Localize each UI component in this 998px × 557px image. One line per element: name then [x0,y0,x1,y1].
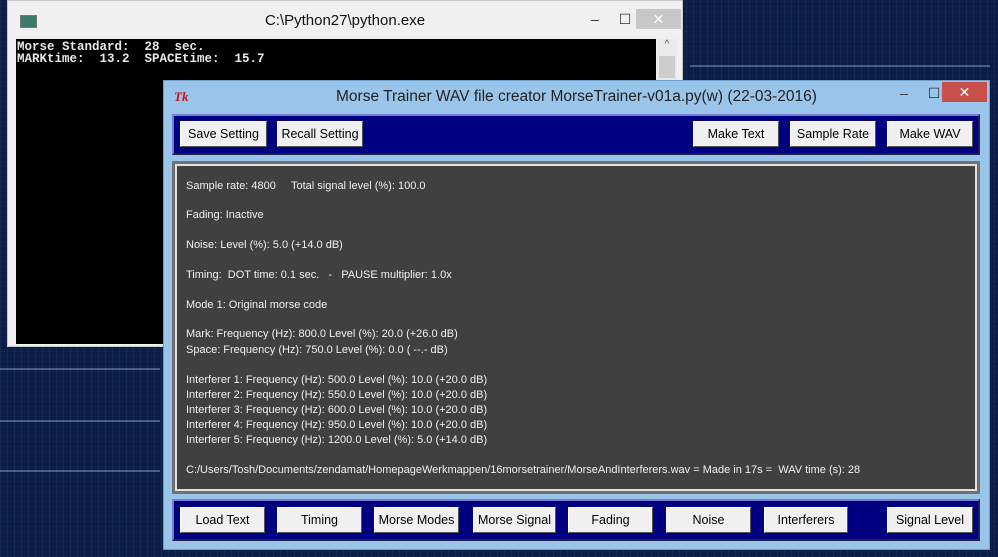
info-text-area: Sample rate: 4800 Total signal level (%)… [175,164,977,491]
info-line: Interferer 3: Frequency (Hz): 600.0 Leve… [186,404,488,416]
scroll-up-icon[interactable]: ^ [657,39,677,50]
morse-trainer-window: Tk Morse Trainer WAV file creator MorseT… [163,80,990,550]
load-text-button[interactable]: Load Text [180,507,265,533]
noise-button[interactable]: Noise [666,507,751,533]
info-line: Interferer 4: Frequency (Hz): 950.0 Leve… [186,419,488,431]
save-setting-button[interactable]: Save Setting [180,121,267,147]
morse-modes-button[interactable]: Morse Modes [374,507,459,533]
close-button[interactable]: ✕ [942,82,987,102]
bottom-toolbar: Load Text Timing Morse Modes Morse Signa… [172,499,980,541]
make-wav-button[interactable]: Make WAV [887,121,973,147]
info-panel: Sample rate: 4800 Total signal level (%)… [172,161,980,494]
background-decoration [0,470,160,472]
info-line: Interferer 2: Frequency (Hz): 550.0 Leve… [186,389,488,401]
info-line: Space: Frequency (Hz): 750.0 Level (%): … [186,344,448,356]
morse-signal-button[interactable]: Morse Signal [473,507,556,533]
interferers-button[interactable]: Interferers [764,507,848,533]
signal-level-button[interactable]: Signal Level [887,507,973,533]
info-line: Interferer 5: Frequency (Hz): 1200.0 Lev… [186,434,488,446]
top-toolbar: Save Setting Recall Setting Make Text Sa… [172,114,980,155]
timing-button[interactable]: Timing [277,507,362,533]
maximize-button[interactable]: ☐ [611,9,639,29]
info-line: C:/Users/Tosh/Documents/zendamat/Homepag… [186,464,861,476]
sample-rate-button[interactable]: Sample Rate [790,121,876,147]
minimize-button[interactable]: – [891,83,917,103]
info-line: Noise: Level (%): 5.0 (+14.0 dB) [186,239,343,251]
console-title-bar[interactable]: C:\Python27\python.exe – ☐ ✕ [8,1,682,39]
info-line: Timing: DOT time: 0.1 sec. - PAUSE multi… [186,269,452,281]
background-decoration [0,368,160,370]
info-line: Fading: Inactive [186,209,264,221]
scrollbar-thumb[interactable] [659,56,675,78]
main-title-bar[interactable]: Tk Morse Trainer WAV file creator MorseT… [164,81,989,112]
make-text-button[interactable]: Make Text [693,121,779,147]
background-decoration [0,420,160,422]
info-line: Mode 1: Original morse code [186,299,328,311]
recall-setting-button[interactable]: Recall Setting [277,121,363,147]
info-line: Interferer 1: Frequency (Hz): 500.0 Leve… [186,374,488,386]
background-decoration [690,65,990,67]
main-title: Morse Trainer WAV file creator MorseTrai… [336,88,817,105]
info-line: Sample rate: 4800 Total signal level (%)… [186,180,426,192]
info-line: Mark: Frequency (Hz): 800.0 Level (%): 2… [186,328,458,340]
console-line: MARKtime: 13.2 SPACEtime: 15.7 [17,52,265,66]
close-button[interactable]: ✕ [636,9,681,29]
fading-button[interactable]: Fading [568,507,653,533]
minimize-button[interactable]: – [581,9,609,29]
